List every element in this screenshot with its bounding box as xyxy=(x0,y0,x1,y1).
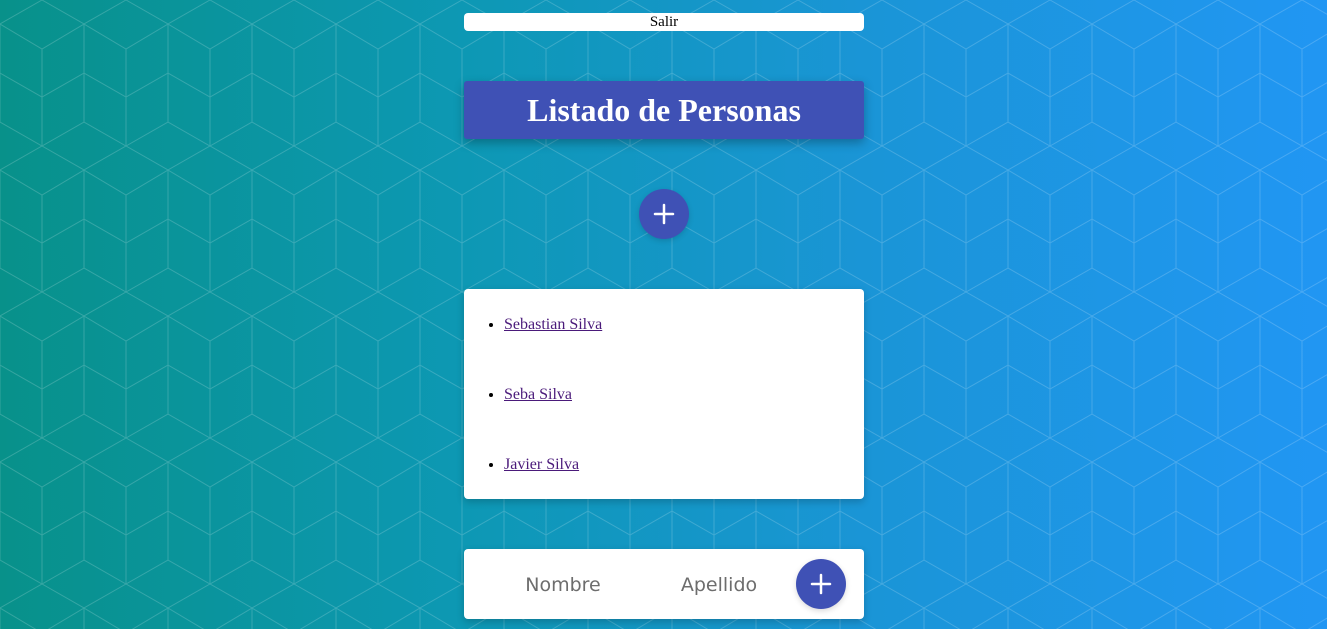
list-item: Seba Silva xyxy=(504,381,864,451)
logout-button[interactable]: Salir xyxy=(464,13,864,31)
person-link[interactable]: Javier Silva xyxy=(504,456,579,473)
people-list-card: Sebastian Silva Seba Silva Javier Silva xyxy=(464,289,864,499)
list-item: Javier Silva xyxy=(504,451,864,521)
nombre-input[interactable] xyxy=(496,569,630,601)
plus-icon xyxy=(810,573,832,595)
page-title: Listado de Personas xyxy=(527,91,801,128)
add-person-button[interactable] xyxy=(639,189,689,239)
page-title-card: Listado de Personas xyxy=(464,81,864,139)
plus-icon xyxy=(653,203,675,225)
people-list: Sebastian Silva Seba Silva Javier Silva xyxy=(464,289,864,521)
list-item: Sebastian Silva xyxy=(504,311,864,381)
person-link[interactable]: Sebastian Silva xyxy=(504,316,602,333)
person-link[interactable]: Seba Silva xyxy=(504,386,572,403)
apellido-input[interactable] xyxy=(652,569,786,601)
submit-person-button[interactable] xyxy=(796,559,846,609)
